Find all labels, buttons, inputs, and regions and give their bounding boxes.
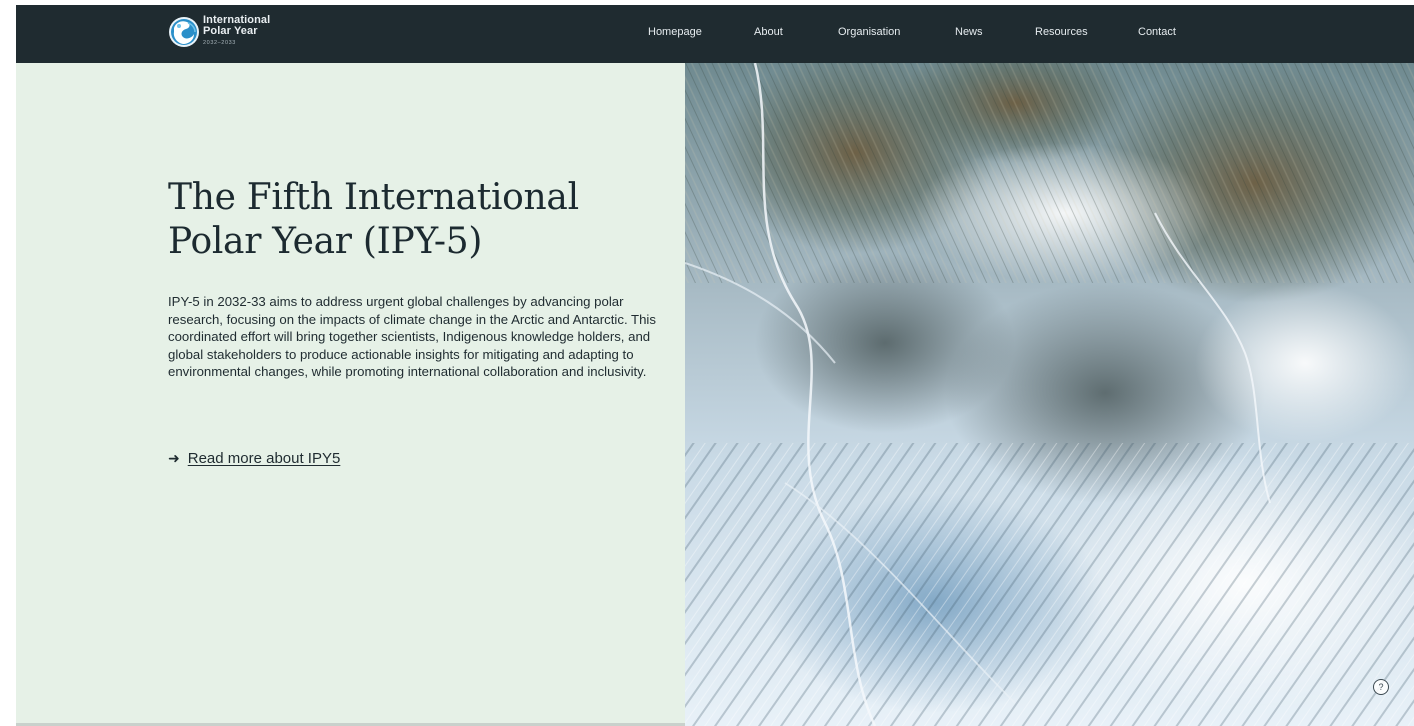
page: International Polar Year 2032–2033 Homep…	[16, 5, 1414, 726]
read-more-link[interactable]: ➜ Read more about IPY5	[168, 450, 340, 467]
question-circle-icon[interactable]: ?	[1373, 679, 1389, 695]
site-header: International Polar Year 2032–2033 Homep…	[16, 5, 1414, 63]
nav-item-organisation[interactable]: Organisation	[838, 26, 900, 38]
hero-text-panel	[16, 63, 685, 726]
read-more-label: Read more about IPY5	[187, 450, 341, 467]
nav-item-contact[interactable]: Contact	[1138, 26, 1176, 38]
nav-item-resources[interactable]: Resources	[1035, 26, 1088, 38]
nav-item-homepage[interactable]: Homepage	[648, 26, 702, 38]
hero-description: IPY-5 in 2032-33 aims to address urgent …	[168, 294, 656, 380]
nav-item-about[interactable]: About	[754, 26, 783, 38]
logo-line-polar-year: Polar Year	[203, 25, 258, 37]
site-logo[interactable]: International Polar Year 2032–2033	[168, 14, 308, 56]
hero-satellite-image	[685, 63, 1414, 726]
hero-title: The Fifth International Polar Year (IPY-…	[168, 177, 579, 262]
nav-item-news[interactable]: News	[955, 26, 983, 38]
arrow-right-icon: ➜	[168, 450, 180, 466]
globe-logo-icon	[169, 17, 199, 47]
arctic-terrain-image	[685, 63, 1414, 726]
logo-wordmark: International Polar Year 2032–2033	[203, 15, 270, 49]
logo-line-years: 2032–2033	[203, 40, 236, 46]
